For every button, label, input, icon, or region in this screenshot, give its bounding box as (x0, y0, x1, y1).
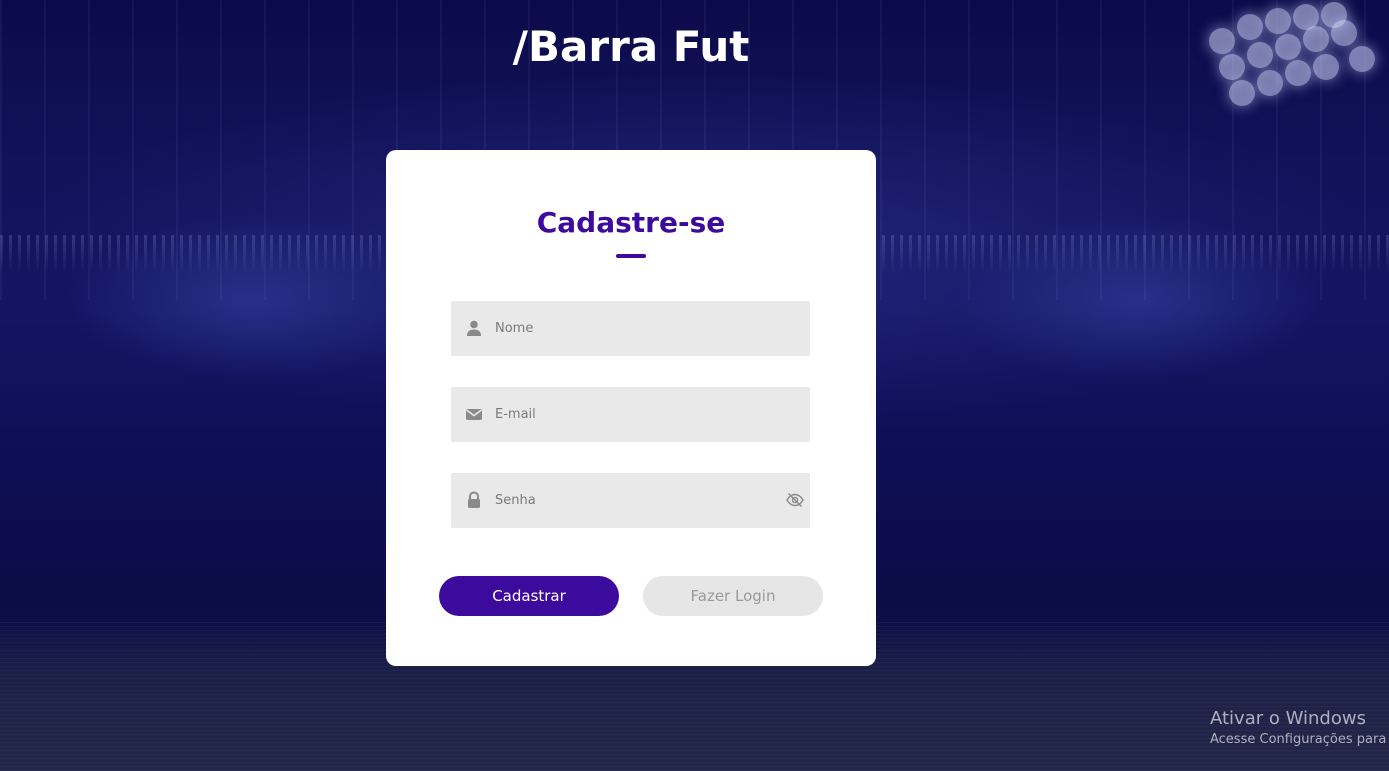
signup-card: Cadastre-se Nome E-mail Cadastrar Fazer … (386, 150, 876, 666)
watermark-title: Ativar o Windows (1210, 708, 1366, 729)
user-icon (467, 320, 481, 336)
page-background: /Barra Fut Cadastre-se Nome E-mail Cadas… (0, 0, 1389, 771)
password-input[interactable] (495, 473, 775, 528)
signup-title: Cadastre-se (536, 206, 726, 239)
envelope-icon (466, 409, 482, 420)
name-input[interactable] (495, 301, 775, 356)
name-field (451, 301, 810, 356)
register-button[interactable]: Cadastrar (439, 576, 619, 616)
title-underline (616, 254, 646, 258)
password-field (451, 473, 810, 528)
brand-logo-title: /Barra Fut (512, 22, 750, 71)
windows-activation-watermark: Ativar o Windows Acesse Configurações pa… (1210, 708, 1386, 747)
lock-icon (468, 491, 480, 508)
watermark-subtitle: Acesse Configurações para (1210, 732, 1387, 747)
eye-slash-icon[interactable] (786, 491, 804, 509)
email-input[interactable] (495, 387, 775, 442)
email-field (451, 387, 810, 442)
login-button[interactable]: Fazer Login (643, 576, 823, 616)
